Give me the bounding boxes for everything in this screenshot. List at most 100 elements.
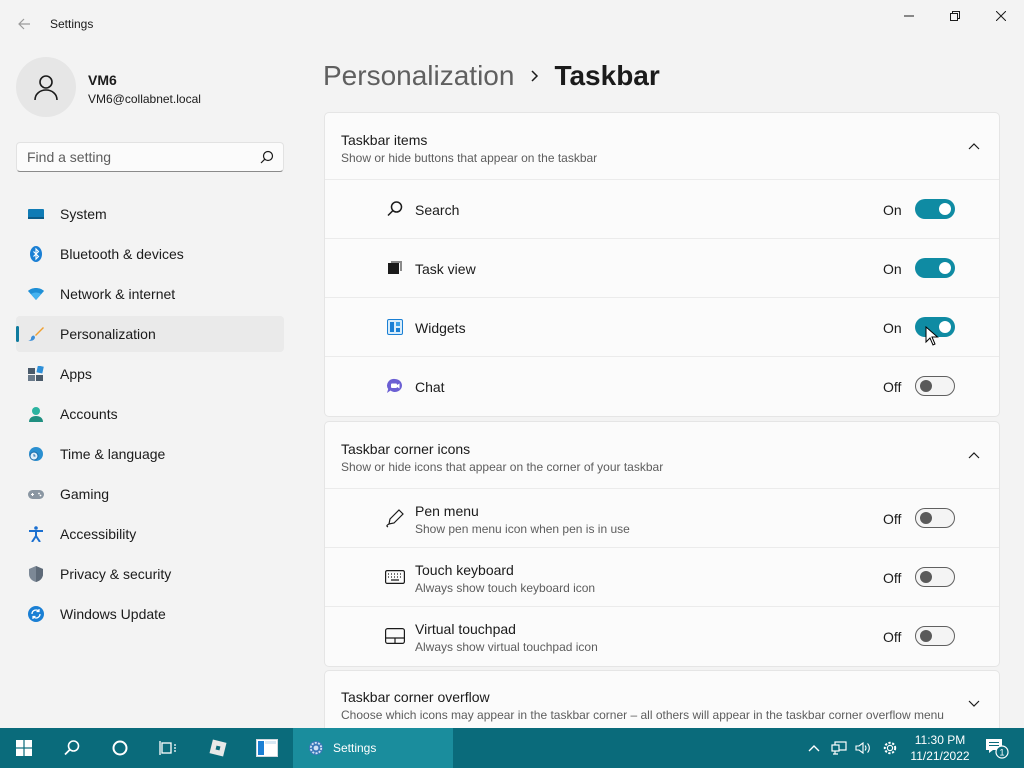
accessibility-icon — [29, 526, 43, 542]
sidebar-item-label: Personalization — [60, 326, 156, 342]
sidebar-item-label: Network & internet — [60, 286, 176, 302]
task-view-icon — [159, 741, 176, 755]
person-icon — [34, 75, 58, 101]
card-title: Taskbar items — [341, 132, 428, 148]
card-subtitle: Show or hide icons that appear on the co… — [341, 460, 664, 474]
chevron-up-icon[interactable] — [967, 139, 981, 153]
sidebar-item-gaming[interactable]: Gaming — [16, 476, 284, 512]
toggle-state: Off — [883, 379, 902, 395]
network-tray-button[interactable] — [828, 728, 850, 768]
chevron-down-icon[interactable] — [967, 697, 981, 711]
sidebar-item-time-language[interactable]: Time & language — [16, 436, 284, 472]
update-icon — [28, 606, 44, 622]
pen-icon — [385, 509, 405, 528]
user-email: VM6@collabnet.local — [88, 92, 201, 106]
chevron-up-icon — [808, 745, 820, 752]
sidebar-item-label: System — [60, 206, 107, 222]
search-box[interactable] — [16, 142, 284, 172]
windows-logo-icon — [16, 740, 32, 756]
sidebar-item-network[interactable]: Network & internet — [16, 276, 284, 312]
corner-icons-header[interactable]: Taskbar corner icons Show or hide icons … — [325, 422, 999, 489]
user-name: VM6 — [88, 72, 117, 88]
taskbar-app-roblox[interactable] — [194, 728, 242, 768]
search-toggle[interactable] — [915, 199, 955, 219]
setting-row-chat: Chat Off — [325, 357, 999, 416]
search-input[interactable] — [27, 149, 247, 165]
setting-row-pen-menu: Pen menu Show pen menu icon when pen is … — [325, 489, 999, 548]
sidebar-item-label: Gaming — [60, 486, 110, 502]
setting-label: Search — [415, 202, 460, 218]
sidebar-item-system[interactable]: System — [16, 196, 284, 232]
back-button[interactable] — [12, 12, 36, 36]
toggle-state: On — [883, 320, 902, 336]
setting-row-widgets: Widgets On — [325, 298, 999, 357]
settings-gear-icon — [309, 741, 323, 755]
setting-label: Touch keyboard — [415, 562, 514, 578]
app-window-icon — [256, 739, 278, 757]
toggle-state: Off — [883, 511, 902, 527]
toggle-knob — [920, 571, 932, 583]
title-bar: Settings — [0, 0, 1024, 48]
sidebar-item-bluetooth[interactable]: Bluetooth & devices — [16, 236, 284, 272]
card-subtitle: Show or hide buttons that appear on the … — [341, 151, 598, 165]
taskbar-corner-icons-card: Taskbar corner icons Show or hide icons … — [324, 421, 1000, 667]
sidebar-item-privacy[interactable]: Privacy & security — [16, 556, 284, 592]
virtual-touchpad-toggle[interactable] — [915, 626, 955, 646]
sidebar-item-apps[interactable]: Apps — [16, 356, 284, 392]
network-icon — [831, 741, 847, 755]
taskbar-app-settings[interactable]: Settings — [293, 728, 453, 768]
taskbar-items-header[interactable]: Taskbar items Show or hide buttons that … — [325, 113, 999, 180]
task-view-icon — [385, 259, 405, 277]
show-hidden-icons-button[interactable] — [804, 728, 824, 768]
minimize-button[interactable] — [886, 0, 932, 32]
setting-description: Always show virtual touchpad icon — [415, 640, 598, 654]
taskbar-search-button[interactable] — [48, 728, 96, 768]
toggle-state: Off — [883, 570, 902, 586]
toggle-knob — [939, 262, 951, 274]
mouse-cursor-icon — [925, 326, 939, 346]
pen-menu-toggle[interactable] — [915, 508, 955, 528]
chat-icon — [385, 377, 405, 395]
breadcrumb-parent[interactable]: Personalization — [323, 60, 514, 92]
chat-toggle[interactable] — [915, 376, 955, 396]
brush-icon — [28, 327, 44, 341]
toggle-state: On — [883, 261, 902, 277]
touchpad-icon — [385, 627, 405, 645]
card-subtitle: Choose which icons may appear in the tas… — [341, 708, 944, 722]
roblox-icon — [209, 739, 227, 757]
sidebar-item-label: Time & language — [60, 446, 166, 462]
breadcrumb: Personalization Taskbar — [323, 58, 660, 94]
avatar[interactable] — [16, 57, 76, 117]
card-title: Taskbar corner icons — [341, 441, 471, 457]
chevron-up-icon[interactable] — [967, 448, 981, 462]
touch-keyboard-toggle[interactable] — [915, 567, 955, 587]
volume-tray-button[interactable] — [852, 728, 874, 768]
sidebar-item-accounts[interactable]: Accounts — [16, 396, 284, 432]
settings-window: Settings VM6 VM6@collabnet.local System … — [0, 0, 1024, 728]
taskbar: Settings 11:30 PM 11/21/2022 1 — [0, 728, 1024, 768]
start-button[interactable] — [0, 728, 48, 768]
restore-button[interactable] — [932, 0, 978, 32]
cortana-button[interactable] — [96, 728, 144, 768]
settings-tray-button[interactable] — [878, 728, 902, 768]
sidebar-item-label: Bluetooth & devices — [60, 246, 184, 262]
toggle-knob — [920, 380, 932, 392]
gamepad-icon — [28, 490, 44, 499]
wifi-icon — [28, 288, 44, 300]
taskbar-app-window[interactable] — [243, 728, 291, 768]
close-button[interactable] — [978, 0, 1024, 32]
setting-row-search: Search On — [325, 180, 999, 239]
notification-center-button[interactable]: 1 — [980, 728, 1014, 768]
taskbar-corner-overflow-card[interactable]: Taskbar corner overflow Choose which ico… — [324, 670, 1000, 728]
setting-label: Pen menu — [415, 503, 479, 519]
volume-icon — [855, 741, 870, 755]
task-view-toggle[interactable] — [915, 258, 955, 278]
search-icon[interactable] — [259, 149, 275, 165]
sidebar-item-label: Accounts — [60, 406, 118, 422]
sidebar-item-personalization[interactable]: Personalization — [16, 316, 284, 352]
task-view-button[interactable] — [144, 728, 192, 768]
search-icon — [64, 740, 80, 756]
taskbar-clock[interactable]: 11:30 PM 11/21/2022 — [904, 732, 976, 764]
sidebar-item-accessibility[interactable]: Accessibility — [16, 516, 284, 552]
sidebar-item-windows-update[interactable]: Windows Update — [16, 596, 284, 632]
